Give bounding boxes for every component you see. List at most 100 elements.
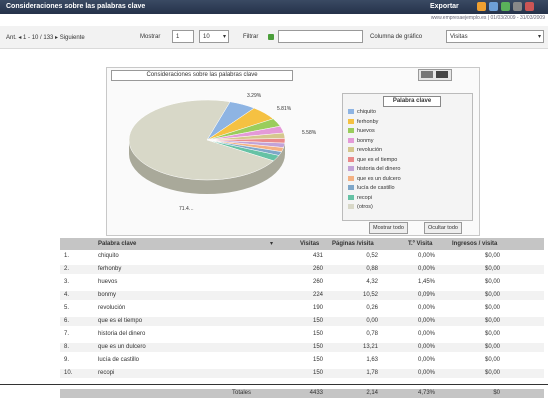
totals-avg: 4,73% (417, 390, 435, 396)
chart-view-toggle[interactable] (418, 69, 452, 81)
legend-item[interactable]: huevos (348, 127, 375, 135)
email-icon[interactable] (477, 2, 486, 11)
chart-legend: Palabra clave chiquito ferhonby huevos bonm… (342, 93, 473, 221)
keyword-link[interactable]: ferhonby (98, 266, 121, 272)
report-title: Consideraciones sobre las palabras clave (6, 3, 146, 10)
export-button[interactable]: Exportar (430, 3, 459, 10)
close-icon[interactable] (525, 2, 534, 11)
rows-select-value: 10 (203, 34, 210, 40)
legend-item[interactable]: recopi (348, 194, 372, 202)
filter-input[interactable] (278, 30, 363, 43)
legend-swatch (348, 166, 354, 172)
chart-title: Consideraciones sobre las palabras clave (111, 70, 293, 81)
keyword-link[interactable]: historia del dinero (98, 331, 145, 337)
income-cell: $0,00 (484, 279, 500, 285)
keyword-link[interactable]: bonmy (98, 292, 116, 298)
keyword-link[interactable]: huevos (98, 279, 117, 285)
legend-item[interactable]: bonmy (348, 137, 374, 145)
col-keyword[interactable]: Palabra clave (98, 241, 136, 247)
legend-item[interactable]: (otros) (348, 203, 373, 211)
table-row: 3. huevos 260 4,32 1,45% $0,00 (60, 278, 544, 287)
visits-cell: 224 (312, 292, 323, 298)
legend-item[interactable]: lucía de castillo (348, 184, 395, 192)
legend-label: que es un dulcero (357, 175, 401, 182)
legend-label: lucía de castillo (357, 185, 395, 191)
pagination-text[interactable]: Ant. ◂ 1 - 10 / 133 ▸ Siguiente (6, 34, 85, 41)
legend-label: recopi (357, 194, 372, 201)
income-cell: $0,00 (484, 318, 500, 324)
visits-cell: 260 (312, 266, 323, 272)
totals-income: $0 (493, 390, 500, 396)
keyword-link[interactable]: chiquito (98, 253, 119, 259)
chart-column-label: Columna de gráfico (370, 34, 423, 40)
table-row: 5. revolución 190 0,26 0,00% $0,00 (60, 304, 544, 313)
col-pages[interactable]: Páginas /visita (332, 241, 374, 247)
keyword-link[interactable]: lucía de castillo (98, 357, 139, 363)
legend-item[interactable]: que es el tiempo (348, 156, 397, 164)
table-row: 10. recopi 150 1,78 0,00% $0,00 (60, 369, 544, 378)
chart-column-value: Visitas (450, 34, 468, 40)
pages-cell: 4,32 (366, 279, 378, 285)
legend-swatch (348, 128, 354, 134)
keyword-link[interactable]: que es un dulcero (98, 344, 146, 350)
totals-label: Totales (232, 390, 252, 396)
legend-item[interactable]: revolución (348, 146, 382, 154)
legend-label: chiquito (357, 109, 376, 115)
show-all-button[interactable]: Mostrar todo (369, 222, 408, 234)
table-row: 8. que es un dulcero 150 13,21 0,00% $0,00 (60, 343, 544, 352)
legend-swatch (348, 175, 354, 181)
visits-cell: 150 (312, 331, 323, 337)
legend-swatch (348, 109, 354, 115)
col-income[interactable]: Ingresos / visita (452, 241, 497, 247)
totals-row: Totales 4433 2,14 4,73% $0 (60, 389, 544, 398)
keyword-link[interactable]: recopi (98, 370, 114, 376)
income-cell: $0,00 (484, 253, 500, 259)
chevron-down-icon: ▾ (537, 34, 541, 40)
row-number: 5. (64, 305, 70, 311)
chart-panel: Consideraciones sobre las palabras clave… (106, 67, 480, 236)
table-view-icon[interactable] (436, 71, 448, 78)
avg-cell: 0,00% (417, 253, 435, 259)
keyword-link[interactable]: revolución (98, 305, 125, 311)
legend-label: bonmy (357, 137, 374, 144)
chevron-down-icon: ▾ (222, 34, 226, 40)
sort-icon[interactable]: ▾ (270, 240, 273, 247)
keyword-link[interactable]: que es el tiempo (98, 318, 142, 324)
pages-cell: 10,52 (362, 292, 378, 298)
dashboard-icon[interactable] (489, 2, 498, 11)
legend-label: revolución (357, 147, 383, 153)
row-number: 2. (64, 266, 70, 272)
table-row: 6. que es el tiempo 150 0,00 0,00% $0,00 (60, 317, 544, 326)
table-row: 2. ferhonby 260 0,88 0,00% $0,00 (60, 265, 544, 274)
legend-item[interactable]: ferhonby (348, 118, 378, 126)
visits-cell: 150 (312, 370, 323, 376)
pie-label-top-b: 5.81% (277, 106, 292, 112)
legend-swatch (348, 194, 354, 200)
col-avg[interactable]: T.º Visita (408, 241, 432, 247)
help-icon[interactable] (501, 2, 510, 11)
table-header: Palabra clave ▾ Visitas Páginas /visita … (60, 238, 544, 250)
pages-cell: 0,26 (366, 305, 378, 311)
pie-label-bottom: 71.4… (179, 206, 194, 212)
profile-daterange: www.empresaejemplo.es | 01/03/2009 - 31/… (430, 15, 545, 21)
avg-cell: 0,00% (417, 318, 435, 324)
page-input[interactable]: 1 (172, 30, 194, 43)
hide-all-button[interactable]: Ocultar todo (424, 222, 462, 234)
income-cell: $0,00 (484, 331, 500, 337)
visits-cell: 190 (312, 305, 323, 311)
rows-select[interactable]: 10 ▾ (199, 30, 229, 43)
legend-swatch (348, 204, 354, 210)
filter-go-icon[interactable] (268, 34, 274, 40)
chart-column-select[interactable]: Visitas ▾ (446, 30, 544, 43)
legend-title: Palabra clave (383, 96, 441, 107)
settings-icon[interactable] (513, 2, 522, 11)
legend-item[interactable]: que es un dulcero (348, 175, 401, 183)
legend-item[interactable]: historia del dinero (348, 165, 400, 173)
table-row: 1. chiquito 431 0,52 0,00% $0,00 (60, 252, 544, 261)
legend-swatch (348, 156, 354, 162)
legend-item[interactable]: chiquito (348, 108, 376, 116)
pie-view-icon[interactable] (421, 71, 433, 78)
report-titlebar: Consideraciones sobre las palabras clave… (0, 0, 548, 14)
col-visits[interactable]: Visitas (300, 241, 319, 247)
legend-label: historia del dinero (357, 166, 401, 172)
